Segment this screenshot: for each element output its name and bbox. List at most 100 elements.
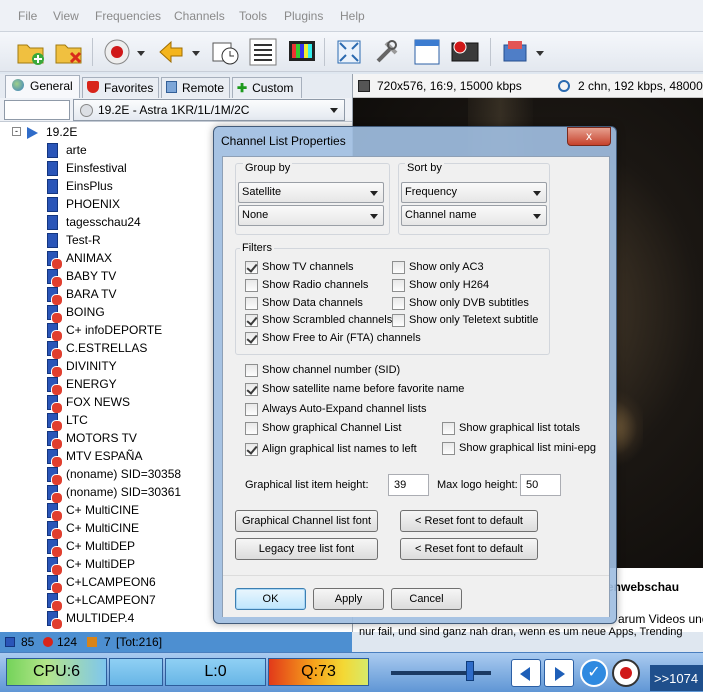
sort-by-primary-select[interactable]: Frequency [401, 182, 547, 203]
checkbox-box[interactable] [245, 297, 258, 310]
show-data-channels-checkbox[interactable]: Show Data channels [245, 296, 395, 311]
checkbox-box[interactable] [245, 261, 258, 274]
video-info-icon [358, 80, 370, 92]
menu-help[interactable]: Help [340, 9, 365, 23]
list-icon[interactable] [248, 37, 278, 67]
show-channel-number-checkbox[interactable]: Show channel number (SID) [245, 363, 445, 378]
show-only-dvb-subtitles-checkbox[interactable]: Show only DVB subtitles [392, 296, 542, 311]
volume-slider[interactable] [391, 671, 491, 675]
scrambled-tv-icon [47, 611, 63, 630]
toolbar-separator [324, 38, 325, 66]
checkbox-box[interactable] [245, 383, 258, 396]
channel-name: BABY TV [66, 269, 117, 283]
show-graphical-list-checkbox[interactable]: Show graphical Channel List [245, 421, 435, 436]
record-icon[interactable] [102, 37, 132, 67]
reset-graphical-font-button[interactable]: < Reset font to default [400, 510, 538, 532]
checkbox-box[interactable] [442, 422, 455, 435]
tab-general[interactable]: General [5, 75, 80, 98]
show-radio-channels-checkbox[interactable]: Show Radio channels [245, 278, 395, 293]
item-height-input[interactable]: 39 [388, 474, 429, 496]
close-folder-icon[interactable] [54, 37, 84, 67]
menu-file[interactable]: File [18, 9, 37, 23]
checkbox-box[interactable] [245, 422, 258, 435]
tv-icon[interactable] [287, 37, 317, 67]
scrambled-tv-icon [47, 593, 63, 612]
show-only-h264-checkbox[interactable]: Show only H264 [392, 278, 542, 293]
show-satellite-name-checkbox[interactable]: Show satellite name before favorite name [245, 382, 505, 397]
channel-name: BOING [66, 305, 105, 319]
checkbox-box[interactable] [392, 314, 405, 327]
toolbar-separator [92, 38, 93, 66]
channel-name: Test-R [66, 233, 101, 247]
sort-by-secondary-select[interactable]: Channel name [401, 205, 547, 226]
checkbox-box[interactable] [245, 314, 258, 327]
fullscreen-icon[interactable] [334, 37, 364, 67]
show-scrambled-channels-checkbox[interactable]: Show Scrambled channels [245, 313, 395, 328]
menu-frequencies[interactable]: Frequencies [95, 9, 161, 23]
group-by-primary-select[interactable]: Satellite [238, 182, 384, 203]
satellite-select[interactable]: 19.2E - Astra 1KR/1L/1M/2C [73, 99, 345, 121]
show-tv-channels-checkbox[interactable]: Show TV channels [245, 260, 395, 275]
show-mini-epg-checkbox[interactable]: Show graphical list mini-epg [442, 441, 607, 456]
apply-button[interactable]: Apply [313, 588, 384, 610]
timer-icon[interactable] [210, 37, 240, 67]
epg-text-line-1: arum Videos und [618, 612, 703, 626]
logo-height-input[interactable]: 50 [520, 474, 561, 496]
menu-tools[interactable]: Tools [239, 9, 267, 23]
menu-channels[interactable]: Channels [174, 9, 225, 23]
settings-icon[interactable] [372, 37, 402, 67]
show-only-ac3-checkbox[interactable]: Show only AC3 [392, 260, 542, 275]
menu-view[interactable]: View [53, 9, 79, 23]
record-button[interactable] [612, 659, 640, 687]
checkbox-box[interactable] [392, 297, 405, 310]
ok-button[interactable]: OK [235, 588, 306, 610]
chevron-down-icon[interactable] [134, 37, 148, 67]
reset-legacy-font-button[interactable]: < Reset font to default [400, 538, 538, 560]
scrambled-tv-icon [47, 305, 63, 324]
collapse-icon[interactable]: - [12, 127, 21, 136]
window-icon[interactable] [412, 37, 442, 67]
auto-expand-checkbox[interactable]: Always Auto-Expand channel lists [245, 402, 445, 417]
checkbox-box[interactable] [245, 279, 258, 292]
checkbox-box[interactable] [392, 261, 405, 274]
legacy-font-button[interactable]: Legacy tree list font [235, 538, 378, 560]
tab-custom[interactable]: ✚ Custom [232, 77, 302, 98]
checkbox-label: Always Auto-Expand channel lists [262, 403, 427, 415]
prev-button[interactable] [511, 659, 541, 687]
show-only-teletext-subtitle-checkbox[interactable]: Show only Teletext subtitle [392, 313, 547, 328]
volume-slider-thumb[interactable] [466, 661, 474, 681]
check-button[interactable]: ✓ [580, 659, 608, 687]
open-folder-icon[interactable] [16, 37, 46, 67]
checkbox-box[interactable] [392, 279, 405, 292]
cancel-button[interactable]: Cancel [391, 588, 462, 610]
checkbox-box[interactable] [442, 442, 455, 455]
chevron-down-icon[interactable] [189, 37, 203, 67]
checkbox-box[interactable] [245, 403, 258, 416]
chevron-down-icon[interactable] [533, 37, 547, 67]
channel-count-bar: 85 124 7 [Tot:216] [0, 632, 352, 652]
graphical-font-button[interactable]: Graphical Channel list font [235, 510, 378, 532]
menu-plugins[interactable]: Plugins [284, 9, 323, 23]
screen-record-icon[interactable] [500, 37, 530, 67]
dialog-body: Group by Satellite None Sort by Frequenc… [222, 156, 610, 617]
next-button[interactable] [544, 659, 574, 687]
checkbox-box[interactable] [245, 364, 258, 377]
channel-name: FOX NEWS [66, 395, 131, 409]
group-by-secondary-select[interactable]: None [238, 205, 384, 226]
close-button[interactable]: x [567, 127, 611, 146]
checkbox-label: Show only AC3 [409, 261, 484, 273]
checkbox-box[interactable] [245, 443, 258, 456]
scrambled-tv-icon [47, 449, 63, 468]
scrambled-tv-icon [47, 377, 63, 396]
teletext-icon[interactable] [450, 37, 480, 67]
show-fta-channels-checkbox[interactable]: Show Free to Air (FTA) channels [245, 331, 445, 346]
back-arrow-icon[interactable] [156, 37, 186, 67]
checkbox-box[interactable] [245, 332, 258, 345]
search-input[interactable] [4, 100, 70, 120]
align-names-left-checkbox[interactable]: Align graphical list names to left [245, 442, 445, 457]
tab-favorites[interactable]: Favorites [82, 77, 159, 98]
next-icon [555, 667, 565, 681]
sort-by-group: Sort by Frequency Channel name [398, 162, 550, 235]
tab-remote[interactable]: Remote [161, 77, 230, 98]
show-list-totals-checkbox[interactable]: Show graphical list totals [442, 421, 602, 436]
